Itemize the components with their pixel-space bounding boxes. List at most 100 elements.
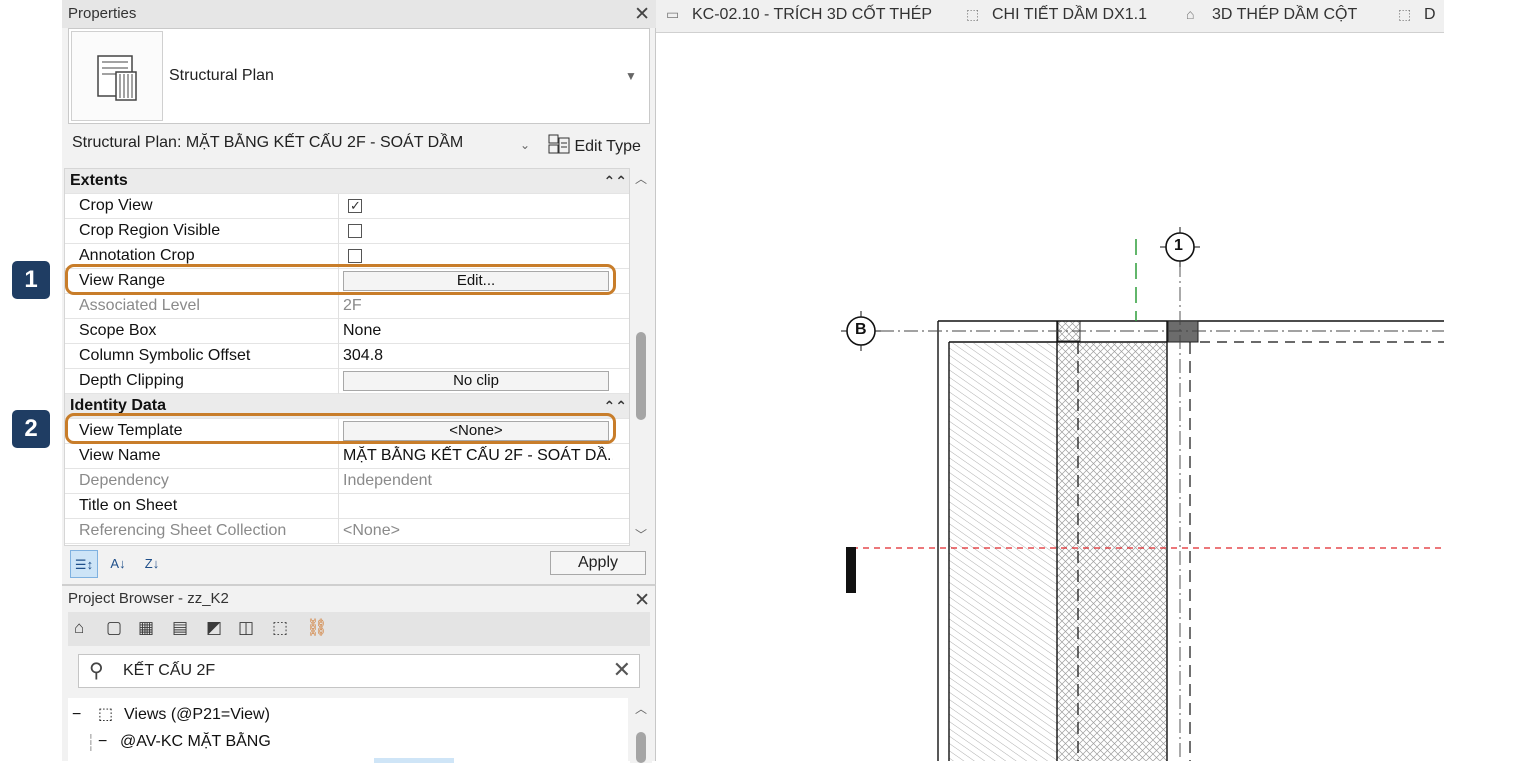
column-offset-value[interactable]: 304.8 — [343, 344, 613, 368]
row-associated-level: Associated Level 2F — [65, 294, 629, 319]
link-icon[interactable]: ⛓ — [306, 618, 328, 638]
edit-type-icon — [548, 134, 570, 154]
sort-descending-icon[interactable]: Z↓ — [138, 550, 166, 578]
table-icon[interactable]: ▤ — [172, 618, 188, 638]
tab-trich-3d[interactable]: ▭ KC-02.10 - TRÍCH 3D CỐT THÉP — [666, 6, 932, 24]
apply-button[interactable]: Apply — [550, 551, 646, 575]
row-depth-clipping: Depth Clipping No clip — [65, 369, 629, 394]
structural-plan-icon — [71, 31, 163, 121]
categorized-sort-icon[interactable]: ☰↕ — [70, 550, 98, 578]
row-label: Depth Clipping — [79, 372, 184, 389]
browser-search-input[interactable]: ⚲ KẾT CẤU 2F ✕ — [78, 654, 640, 688]
row-value: <None> — [343, 522, 400, 539]
browser-tree: − ⬚ Views (@P21=View) ┆ − @AV-KC MẶT BẰN… — [68, 698, 628, 763]
crosshatched-beam — [1057, 343, 1167, 761]
section-view-icon: ⬚ — [966, 6, 980, 22]
row-crop-view: Crop View — [65, 194, 629, 219]
search-value: KẾT CẤU 2F — [123, 662, 216, 679]
close-icon[interactable]: ✕ — [634, 3, 650, 26]
browser-toolbar: ⌂ ▢ ▦ ▤ ◩ ◫ ⬚ ⛓ — [68, 612, 650, 646]
home-icon[interactable]: ⌂ — [74, 618, 84, 638]
row-label: Dependency — [79, 472, 169, 489]
section-view-icon: ⬚ — [1398, 6, 1412, 22]
close-icon[interactable]: ✕ — [634, 589, 650, 612]
scope-box-value[interactable]: None — [343, 319, 613, 343]
crop-view-checkbox[interactable] — [348, 194, 362, 218]
tree-next-row-partial — [128, 756, 458, 763]
properties-title: Properties — [68, 5, 137, 22]
tree-connector: ┆ — [86, 735, 96, 752]
3d-house-icon: ⌂ — [1186, 6, 1195, 22]
row-label: Crop View — [79, 197, 153, 214]
row-label: Scope Box — [79, 322, 157, 339]
instance-selector[interactable]: Structural Plan: MẶT BẰNG KẾT CẤU 2F - S… — [68, 130, 538, 158]
row-dependency: Dependency Independent — [65, 469, 629, 494]
crop-region-visible-checkbox[interactable] — [348, 224, 362, 238]
row-view-name: View Name MẶT BẰNG KẾT CẤU 2F - SOÁT DẦ.… — [65, 444, 629, 469]
schedule-icon[interactable]: ▦ — [138, 618, 154, 638]
browser-scrollbar[interactable]: ︿ — [630, 698, 652, 763]
browser-title-bar: Project Browser - zz_K2 ✕ — [62, 586, 656, 612]
properties-grid: Extents ⌃⌃ Crop View Crop Region Visible… — [64, 168, 630, 546]
legend-icon[interactable]: ◫ — [238, 618, 254, 638]
sheet-icon[interactable]: ◩ — [206, 618, 222, 638]
tab-label: 3D THÉP DẦM CỘT — [1212, 6, 1358, 23]
drawing-canvas[interactable]: 1 B — [656, 33, 1444, 761]
chevron-down-icon[interactable]: ▼ — [625, 69, 637, 83]
row-label: Associated Level — [79, 297, 200, 314]
scroll-up-icon[interactable]: ︿ — [635, 700, 647, 717]
row-title-on-sheet: Title on Sheet — [65, 494, 629, 519]
row-crop-region-visible: Crop Region Visible — [65, 219, 629, 244]
depth-clipping-button[interactable]: No clip — [343, 371, 609, 391]
row-label: Title on Sheet — [79, 497, 178, 514]
views-node-icon: ⬚ — [98, 706, 114, 723]
row-label: View Name — [79, 447, 161, 464]
row-value: Independent — [343, 472, 432, 489]
row-label: Referencing Sheet Collection — [79, 522, 287, 539]
row-value: 2F — [343, 297, 362, 314]
row-column-symbolic-offset: Column Symbolic Offset 304.8 — [65, 344, 629, 369]
browser-title: Project Browser - zz_K2 — [68, 590, 229, 607]
view-icon[interactable]: ▢ — [106, 618, 122, 638]
row-label: Crop Region Visible — [79, 222, 221, 239]
edit-type-label: Edit Type — [574, 138, 641, 155]
hatched-wall — [949, 343, 1057, 761]
view-tabs: ▭ KC-02.10 - TRÍCH 3D CỐT THÉP ⬚ CHI TIẾT … — [656, 0, 1444, 33]
row-scope-box: Scope Box None — [65, 319, 629, 344]
properties-scrollbar[interactable]: ︿ ﹀ — [630, 168, 652, 546]
view-name-value[interactable]: MẶT BẰNG KẾT CẤU 2F - SOÁT DẦ... — [343, 444, 613, 468]
section-marker[interactable] — [846, 547, 856, 593]
step-badge-2: 2 — [12, 410, 50, 448]
tab-label: D — [1424, 6, 1436, 23]
edit-type-button[interactable]: Edit Type — [546, 130, 650, 158]
row-label: Column Symbolic Offset — [79, 347, 251, 364]
scroll-thumb[interactable] — [636, 732, 646, 763]
properties-panel: Properties ✕ Structural Plan ▼ Structura… — [62, 0, 656, 584]
tab-3d-thep[interactable]: ⌂ 3D THÉP DẦM CỘT — [1186, 6, 1357, 24]
grid-label-1: 1 — [1174, 237, 1183, 254]
scroll-thumb[interactable] — [636, 332, 646, 420]
tab-label: KC-02.10 - TRÍCH 3D CỐT THÉP — [692, 6, 933, 23]
column-block — [1167, 320, 1199, 343]
properties-title-bar: Properties ✕ — [62, 0, 656, 28]
section-label: Extents — [70, 172, 128, 189]
sort-ascending-icon[interactable]: A↓ — [104, 550, 132, 578]
scroll-down-icon[interactable]: ﹀ — [635, 526, 647, 543]
plan-drawing — [841, 227, 1444, 761]
scroll-up-icon[interactable]: ︿ — [635, 170, 647, 187]
collapse-icon[interactable]: − — [72, 706, 81, 724]
family-icon[interactable]: ⬚ — [272, 618, 288, 638]
tab-next[interactable]: ⬚ D — [1398, 6, 1436, 24]
section-extents[interactable]: Extents ⌃⌃ — [65, 169, 629, 194]
collapse-icon[interactable]: ⌃⌃ — [604, 169, 627, 193]
tree-node-views[interactable]: Views (@P21=View) — [124, 706, 270, 724]
instance-selector-label: Structural Plan: MẶT BẰNG KẾT CẤU 2F - S… — [72, 134, 464, 151]
tab-chi-tiet-dam[interactable]: ⬚ CHI TIẾT DẦM DX1.1 — [966, 6, 1147, 24]
tab-label: CHI TIẾT DẦM DX1.1 — [992, 6, 1147, 23]
row-referencing-sheet-collection: Referencing Sheet Collection <None> — [65, 519, 629, 544]
clear-search-icon[interactable]: ✕ — [613, 657, 631, 683]
collapse-icon[interactable]: − — [98, 733, 107, 751]
annotation-crop-checkbox[interactable] — [348, 249, 362, 263]
type-selector[interactable]: Structural Plan ▼ — [68, 28, 650, 124]
tree-node-group[interactable]: @AV-KC MẶT BẰNG — [120, 733, 271, 751]
